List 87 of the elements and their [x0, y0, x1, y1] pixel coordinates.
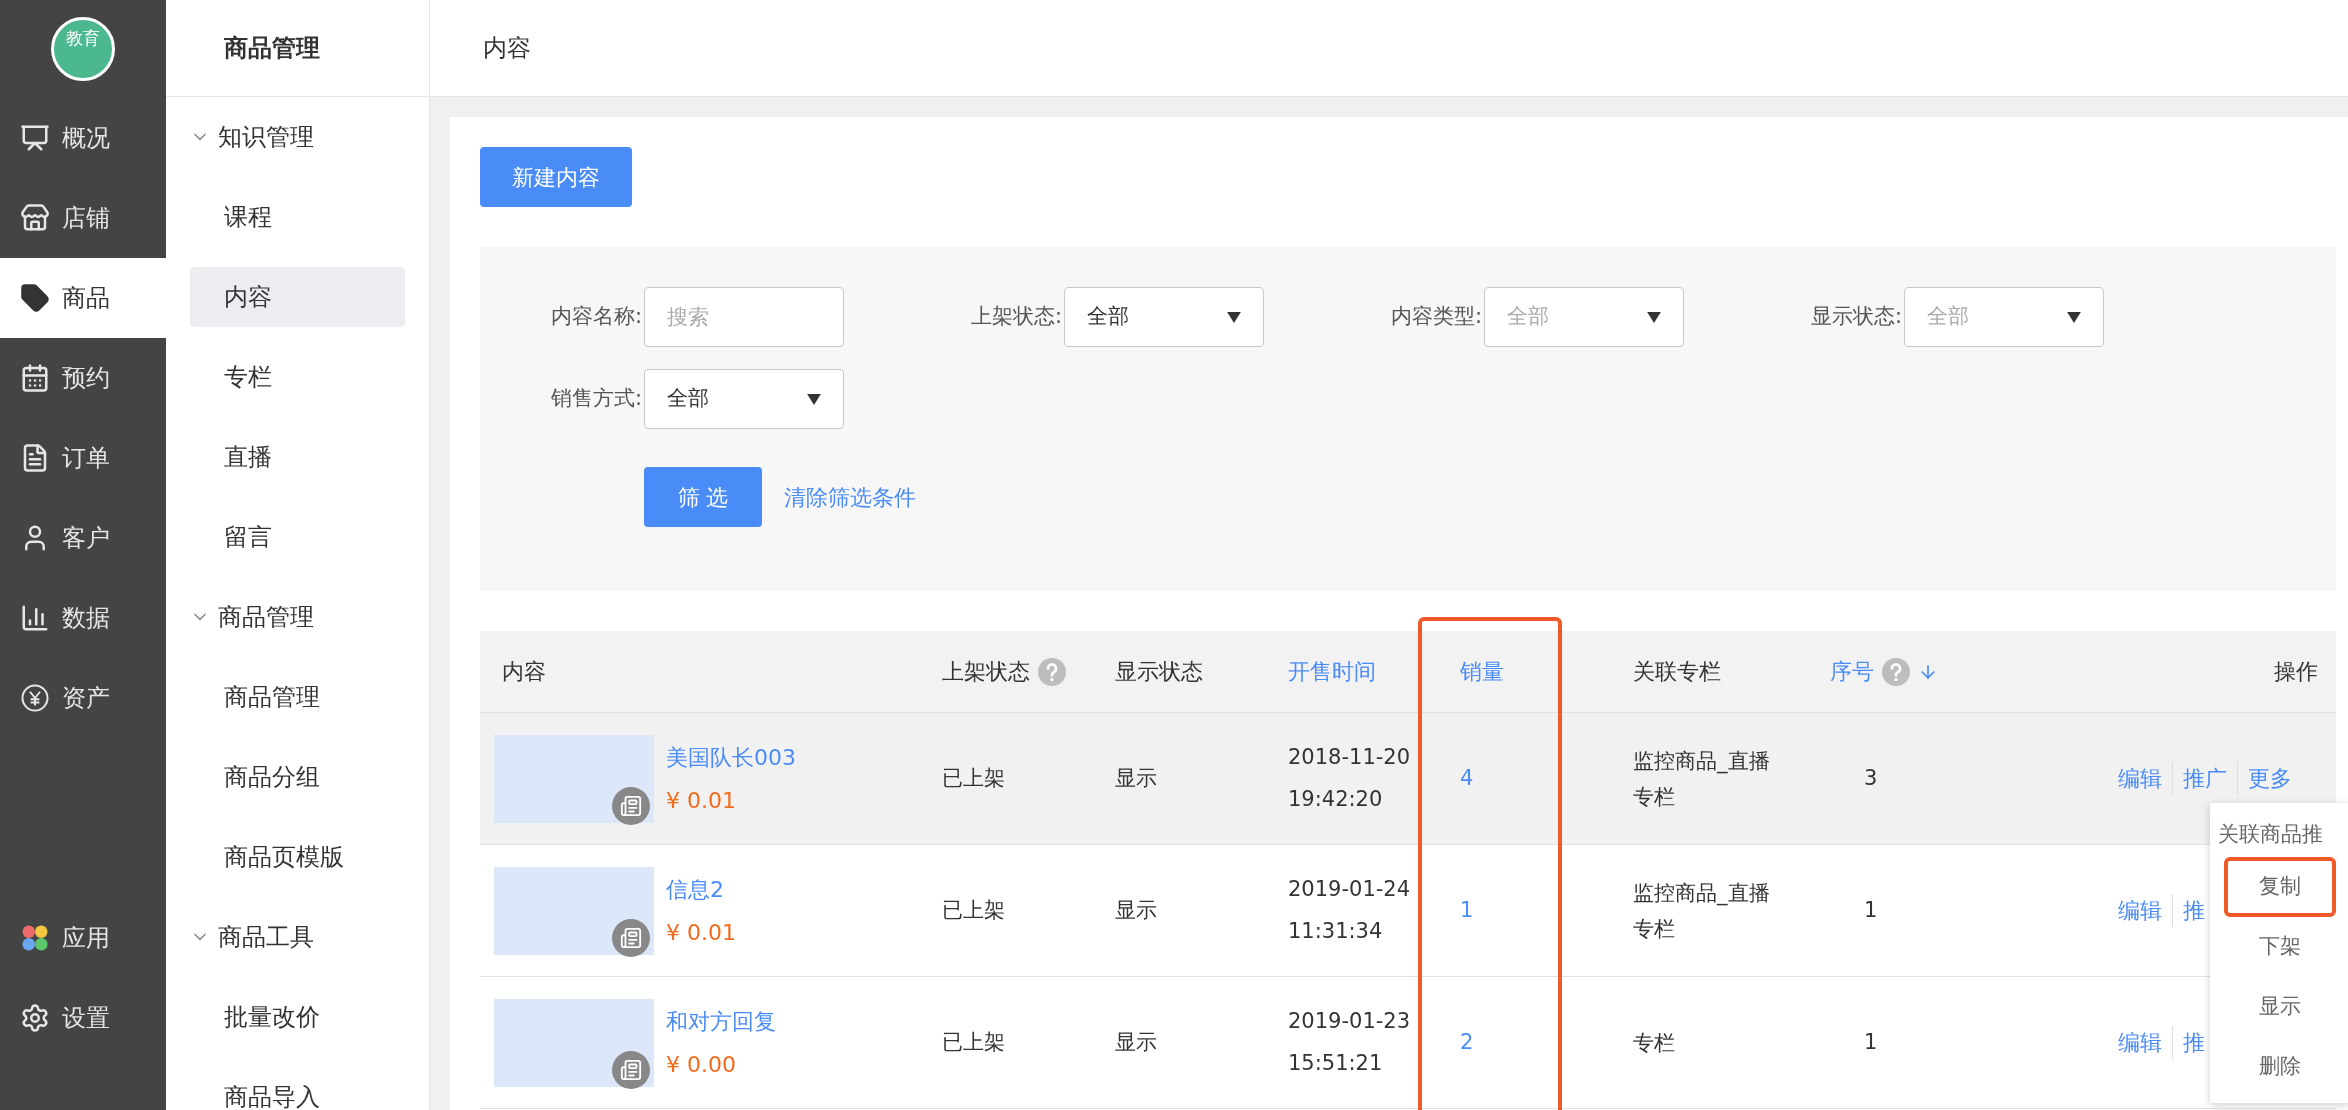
time-text: 19:42:20 — [1288, 785, 1384, 813]
menu-item[interactable]: 商品分组 — [190, 747, 405, 807]
dropdown-arrow-icon — [807, 393, 821, 405]
menu-group[interactable]: 商品管理 — [166, 577, 429, 657]
date-text: 2019-01-24 — [1288, 876, 1412, 903]
sales-link[interactable]: 2 — [1460, 1029, 1474, 1054]
content-title-link[interactable]: 信息2 — [666, 872, 736, 906]
tag-icon — [20, 283, 50, 313]
yen-icon — [20, 683, 50, 713]
column-header: 上架状态 — [942, 658, 1030, 686]
nav-item[interactable]: 商品 — [0, 258, 166, 338]
nav-item[interactable]: 店铺 — [0, 178, 166, 258]
table-cell-text: 显示 — [1115, 764, 1158, 792]
select-field[interactable]: 全部 — [644, 369, 844, 429]
store-icon — [20, 203, 50, 233]
nav-item[interactable]: 应用 — [0, 898, 166, 978]
filter-label: 上架状态: — [969, 303, 1062, 331]
bar-chart-icon — [20, 603, 50, 633]
help-icon[interactable] — [1882, 657, 1910, 686]
new-content-button[interactable]: 新建内容 — [480, 147, 632, 207]
table-cell-text: 监控商品_直播专栏 — [1633, 747, 1771, 811]
time-text: 11:31:34 — [1288, 917, 1384, 945]
dropdown-arrow-icon — [2067, 311, 2081, 323]
menu-item[interactable]: 课程 — [190, 187, 405, 247]
menu-item[interactable]: 留言 — [190, 507, 405, 567]
price: ¥ 0.00 — [666, 1050, 737, 1079]
menu-item[interactable]: 专栏 — [190, 347, 405, 407]
dropdown-arrow-icon — [1227, 311, 1241, 323]
table-cell-text: 已上架 — [942, 1028, 1006, 1056]
menu-item[interactable]: 复制 — [2224, 857, 2336, 917]
filter-label: 内容名称: — [549, 303, 642, 331]
page-title: 内容 — [483, 33, 531, 64]
apps-icon — [20, 923, 50, 953]
table-cell: 1 — [1864, 1029, 1878, 1054]
table-cell-text: 监控商品_直播专栏 — [1633, 879, 1771, 943]
menu-item[interactable]: 批量改价 — [190, 987, 405, 1047]
dropdown-arrow-icon — [1647, 311, 1661, 323]
nav-item[interactable]: 预约 — [0, 338, 166, 418]
menu-group[interactable]: 商品工具 — [166, 897, 429, 977]
menu-item[interactable]: 内容 — [190, 267, 405, 327]
menu-item[interactable]: 直播 — [190, 427, 405, 487]
column-header: 显示状态 — [1115, 658, 1203, 686]
menu-item[interactable]: 商品页模版 — [190, 827, 405, 887]
action-link[interactable]: 编辑 — [2108, 1026, 2172, 1059]
menu-item[interactable]: 关联商品推 — [2210, 813, 2348, 857]
table-cell-text: 已上架 — [942, 764, 1006, 792]
table-cell-text: 显示 — [1115, 896, 1158, 924]
filter-label: 内容类型: — [1389, 303, 1482, 331]
price: ¥ 0.01 — [666, 918, 736, 947]
filter-label: 显示状态: — [1809, 303, 1902, 331]
table-cell-text: 显示 — [1115, 1028, 1158, 1056]
nav-item[interactable]: 资产 — [0, 658, 166, 738]
nav-item[interactable]: 数据 — [0, 578, 166, 658]
time-text: 15:51:21 — [1288, 1049, 1384, 1077]
action-link[interactable]: 编辑 — [2108, 894, 2172, 927]
nav-item[interactable]: 设置 — [0, 978, 166, 1058]
column-header: 内容 — [502, 658, 546, 686]
menu-item[interactable]: 商品管理 — [190, 667, 405, 727]
settings-icon — [20, 1003, 50, 1033]
help-icon[interactable] — [1038, 657, 1066, 686]
menu-item[interactable]: 下架 — [2224, 917, 2336, 977]
price: ¥ 0.01 — [666, 786, 737, 815]
menu-item[interactable]: 商品导入 — [190, 1067, 405, 1110]
sidebar-title: 商品管理 — [224, 33, 320, 64]
calendar-icon — [20, 363, 50, 393]
nav-item[interactable]: 订单 — [0, 418, 166, 498]
table-cell-text: 专栏 — [1633, 1029, 1676, 1057]
filter-label: 销售方式: — [549, 385, 642, 413]
table-cell-text: 已上架 — [942, 896, 1006, 924]
table-cell: 1 — [1864, 897, 1878, 922]
menu-item[interactable]: 删除 — [2224, 1037, 2336, 1097]
clear-filters-link[interactable]: 清除筛选条件 — [784, 480, 916, 514]
nav-item[interactable]: 概况 — [0, 98, 166, 178]
select-field[interactable]: 全部 — [1064, 287, 1264, 347]
menu-item[interactable]: 显示 — [2224, 977, 2336, 1037]
filter-button[interactable]: 筛 选 — [644, 467, 762, 527]
sales-link[interactable]: 1 — [1460, 897, 1474, 922]
content-title-link[interactable]: 和对方回复 — [666, 1004, 776, 1038]
menu-group[interactable]: 知识管理 — [166, 97, 429, 177]
date-text: 2018-11-20 — [1288, 744, 1412, 771]
nav-item[interactable]: 客户 — [0, 498, 166, 578]
search-field[interactable]: 搜索 — [644, 287, 844, 347]
column-header: 关联专栏 — [1633, 658, 1721, 686]
presentation-icon — [20, 123, 50, 153]
date-text: 2019-01-23 — [1288, 1008, 1412, 1035]
column-header: 操作 — [2274, 658, 2318, 686]
table-cell: 3 — [1864, 765, 1878, 790]
